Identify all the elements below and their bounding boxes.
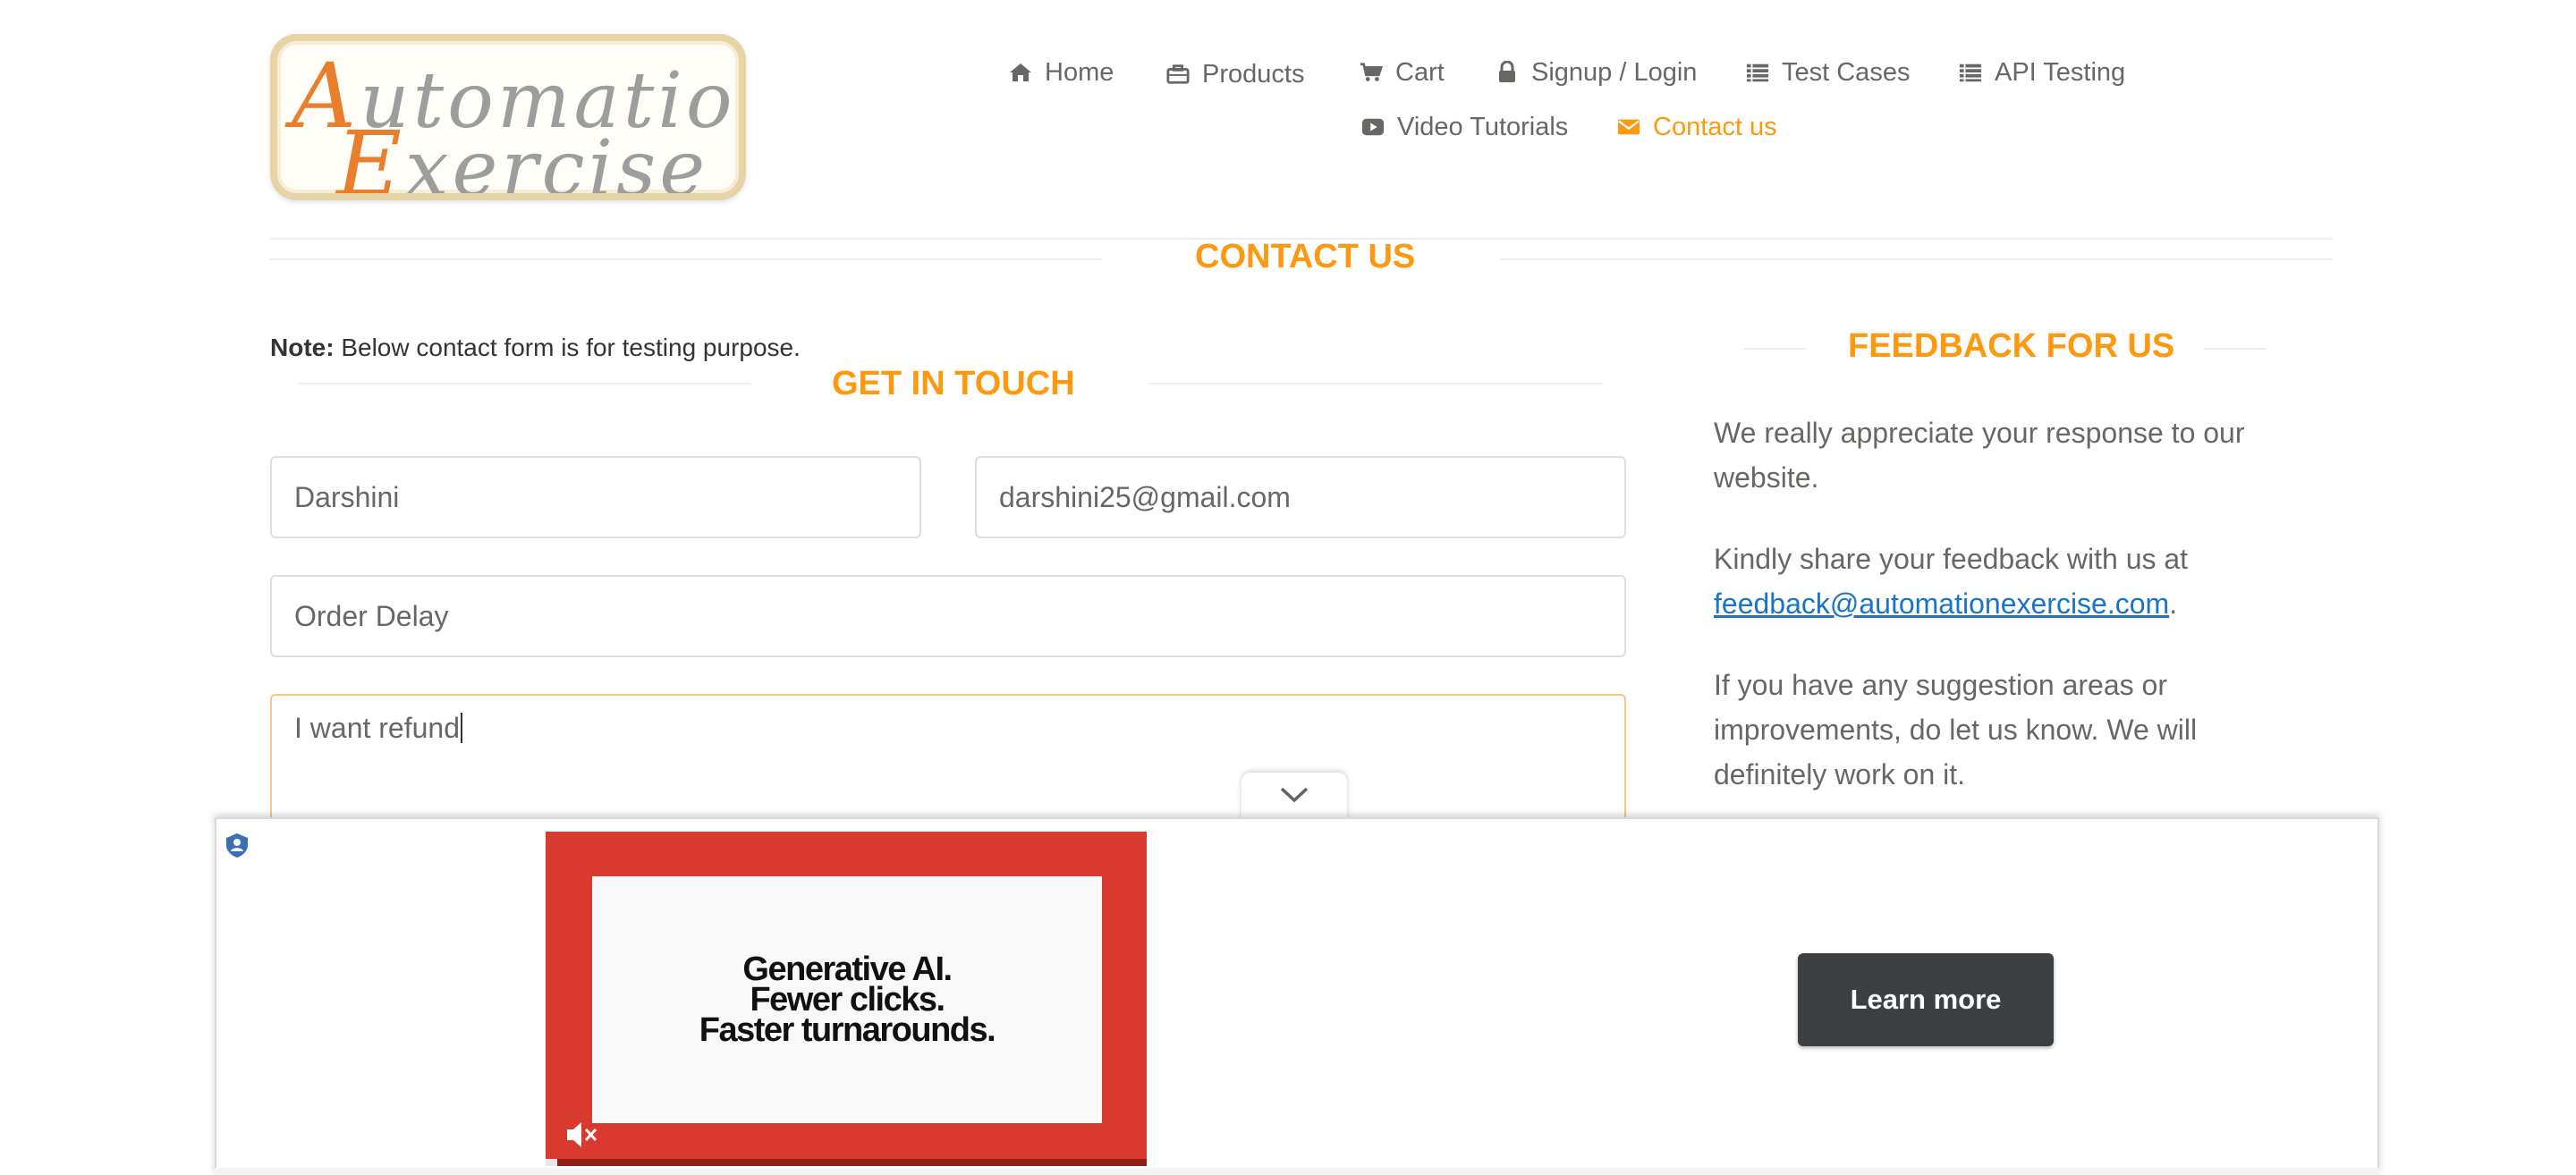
ad-banner: Generative AI. Fewer clicks. Faster turn… <box>215 817 2379 1175</box>
ad-headline-1: Generative AI. <box>742 951 953 988</box>
form-title: GET IN TOUCH <box>832 365 1075 402</box>
feedback-paragraph-2: Kindly share your feedback with us at fe… <box>1714 543 2189 620</box>
envelope-icon <box>1617 115 1640 139</box>
message-text: I want refund <box>294 712 460 744</box>
feedback-paragraph-1: We really appreciate your response to ou… <box>1714 417 2245 494</box>
learn-more-button[interactable]: Learn more <box>1798 953 2054 1046</box>
logo-word-2: xercise <box>405 124 709 200</box>
title-line-right <box>1501 258 2333 260</box>
name-input[interactable]: Darshini <box>270 456 921 538</box>
subject-input[interactable]: Order Delay <box>270 575 1626 657</box>
feedback-email-link[interactable]: feedback@automationexercise.com <box>1714 588 2169 620</box>
feedback-title: FEEDBACK FOR US <box>1848 327 2175 365</box>
briefcase-icon <box>1166 63 1190 86</box>
ad-video[interactable]: Generative AI. Fewer clicks. Faster turn… <box>546 832 1147 1166</box>
email-input[interactable]: darshini25@gmail.com <box>975 456 1626 538</box>
ad-info-icon[interactable] <box>224 832 250 858</box>
nav-test-cases[interactable]: Test Cases <box>1746 55 1910 90</box>
ad-bottom-edge <box>215 1168 2379 1175</box>
form-title-line-right <box>1148 383 1603 385</box>
nav-video-tutorials[interactable]: Video Tutorials <box>1361 109 1568 145</box>
form-title-line-left <box>299 383 751 385</box>
nav-contact-us[interactable]: Contact us <box>1617 109 1777 145</box>
ad-headline-3: Faster turnarounds. <box>699 1011 996 1049</box>
page-title: CONTACT US <box>1195 238 1416 275</box>
ad-video-frame: Generative AI. Fewer clicks. Faster turn… <box>592 876 1102 1123</box>
cart-icon <box>1360 61 1383 84</box>
nav-products[interactable]: Products <box>1166 56 1304 92</box>
feedback-line-right <box>2204 348 2267 350</box>
form-note: Note: Below contact form is for testing … <box>270 334 801 361</box>
list-icon <box>1746 61 1769 84</box>
lock-icon <box>1496 61 1519 84</box>
list-icon <box>1959 61 1982 84</box>
text-caret <box>461 713 462 743</box>
nav-cart[interactable]: Cart <box>1360 55 1445 90</box>
muted-speaker-icon[interactable] <box>562 1116 599 1154</box>
nav-signup-login[interactable]: Signup / Login <box>1496 55 1697 90</box>
youtube-play-icon <box>1361 115 1385 139</box>
nav-api-testing[interactable]: API Testing <box>1959 55 2125 90</box>
logo-cap-e: E <box>336 112 405 200</box>
ad-video-progress <box>546 1159 1147 1166</box>
ad-headline-2: Fewer clicks. <box>750 981 945 1019</box>
home-icon <box>1009 61 1032 84</box>
site-logo[interactable]: Automation Exercise <box>270 34 746 200</box>
chevron-down-icon <box>1279 786 1309 808</box>
feedback-line-left <box>1744 348 1807 350</box>
feedback-paragraph-3: If you have any suggestion areas or impr… <box>1714 669 2198 790</box>
ad-collapse-button[interactable] <box>1241 773 1347 821</box>
title-line-left <box>270 258 1102 260</box>
nav-home[interactable]: Home <box>1009 55 1114 90</box>
